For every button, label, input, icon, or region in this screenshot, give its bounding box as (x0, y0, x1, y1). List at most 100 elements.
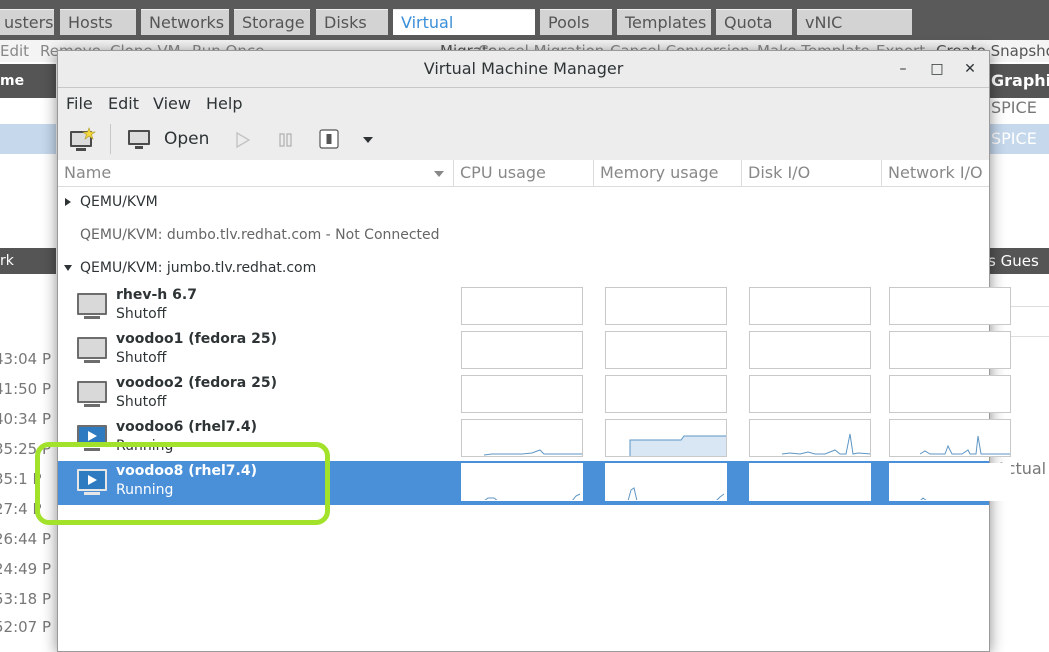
play-icon (236, 131, 251, 149)
column-memory-usage[interactable]: Memory usage (600, 163, 718, 183)
bg-selected-row (0, 124, 56, 154)
bg-graphics-column-header: Graphic (988, 64, 1049, 98)
connection-row[interactable]: QEMU/KVM: jumbo.tlv.redhat.com (58, 252, 989, 284)
connection-row[interactable]: QEMU/KVM: dumbo.tlv.redhat.com - Not Con… (58, 219, 989, 251)
menu-view[interactable]: View (153, 94, 191, 113)
vm-shutoff-icon (77, 337, 107, 363)
cpu-sparkline (484, 493, 581, 500)
new-vm-button[interactable] (68, 127, 96, 153)
bg-tab-storage[interactable]: Storage (234, 9, 310, 35)
vm-row[interactable]: voodoo1 (fedora 25) Shutoff (58, 329, 1011, 373)
column-name[interactable]: Name (64, 163, 111, 183)
network-io-graph (889, 287, 1011, 325)
vm-shutoff-icon (77, 381, 107, 407)
cpu-usage-graph (461, 463, 583, 501)
connection-label: QEMU/KVM (80, 194, 158, 210)
network-sparkline (920, 497, 927, 500)
disk-io-graph (749, 463, 871, 501)
connection-row[interactable]: QEMU/KVM (58, 186, 989, 218)
cpu-usage-graph (461, 375, 583, 413)
disk-sparkline (781, 433, 870, 455)
bg-spice-cell: SPICE (991, 98, 1037, 117)
bg-tab-templates[interactable]: Templates (617, 9, 711, 35)
open-button[interactable]: Open (126, 126, 210, 154)
memory-sparkline (629, 435, 726, 456)
shutdown-button[interactable] (318, 128, 340, 150)
menu-help[interactable]: Help (206, 94, 242, 113)
memory-usage-graph (605, 287, 727, 325)
toolbar-separator (110, 124, 111, 154)
bg-tab-disks[interactable]: Disks (316, 9, 388, 35)
vm-state: Shutoff (116, 306, 167, 322)
network-io-graph (889, 463, 1011, 501)
run-button[interactable] (233, 131, 253, 149)
vm-state: Shutoff (116, 394, 167, 410)
close-button[interactable]: ✕ (962, 61, 978, 77)
connection-label: QEMU/KVM: dumbo.tlv.redhat.com - Not Con… (80, 227, 440, 243)
monitor-icon (128, 130, 150, 149)
column-divider (741, 160, 742, 186)
title-bar[interactable]: Virtual Machine Manager – □ ✕ (58, 51, 989, 88)
toolbar: Open (58, 118, 989, 161)
pause-button[interactable] (276, 131, 296, 149)
bg-name-column-header: me (0, 64, 56, 98)
open-label: Open (164, 129, 210, 149)
column-divider (881, 160, 882, 186)
menu-edit[interactable]: Edit (108, 94, 139, 113)
vm-name: voodoo1 (fedora 25) (116, 331, 277, 347)
cpu-usage-graph (461, 287, 583, 325)
shutdown-menu-dropdown[interactable] (360, 132, 376, 146)
bg-time-cell: 40:34 P (0, 410, 52, 428)
virtual-machine-manager-window: Virtual Machine Manager – □ ✕ File Edit … (57, 50, 1011, 652)
bg-tab-vnic-profiles[interactable]: vNIC Profiles (797, 9, 912, 58)
column-cpu-usage[interactable]: CPU usage (460, 163, 546, 183)
bg-subtab-right-header: s Gues (988, 248, 1049, 274)
network-io-graph (889, 419, 1011, 457)
bg-time-cell: 53:18 P (0, 590, 52, 608)
disk-io-graph (749, 419, 871, 457)
bg-time-cell: 24:49 P (0, 560, 52, 578)
cpu-usage-graph (461, 331, 583, 369)
connection-label: QEMU/KVM: jumbo.tlv.redhat.com (80, 260, 317, 276)
memory-usage-graph (605, 331, 727, 369)
column-network-io[interactable]: Network I/O (888, 163, 983, 183)
bg-time-cell: 52:07 P (0, 618, 52, 636)
memory-sparkline (627, 487, 725, 500)
bg-tab-pools[interactable]: Pools (540, 9, 612, 35)
memory-usage-graph (605, 419, 727, 457)
column-disk-io[interactable]: Disk I/O (748, 163, 810, 183)
background-tab-bar: usters Hosts Networks Storage Disks Virt… (0, 0, 1049, 58)
expander-right-icon[interactable] (63, 197, 73, 207)
window-title: Virtual Machine Manager (423, 59, 624, 78)
column-divider (453, 160, 454, 186)
menu-file[interactable]: File (66, 94, 93, 113)
vm-name: voodoo2 (fedora 25) (116, 375, 277, 391)
bg-tab-quota[interactable]: Quota (716, 9, 792, 35)
expander-down-icon[interactable] (63, 263, 73, 273)
bg-tab-clusters[interactable]: usters (0, 9, 54, 35)
column-divider (593, 160, 594, 186)
maximize-button[interactable]: □ (929, 61, 945, 77)
bg-subtab-header: rk Interfa (0, 248, 56, 295)
vm-row[interactable]: rhev-h 6.7 Shutoff (58, 285, 1011, 329)
minimize-button[interactable]: – (895, 61, 911, 77)
bg-tab-hosts[interactable]: Hosts (60, 9, 136, 35)
vm-row[interactable]: voodoo2 (fedora 25) Shutoff (58, 373, 1011, 417)
bg-tab-virtual-machines[interactable]: Virtual Machines (393, 9, 535, 58)
vm-name: voodoo6 (rhel7.4) (116, 419, 257, 435)
bg-action-edit[interactable]: Edit (0, 42, 29, 60)
chevron-down-icon (363, 137, 373, 143)
network-io-graph (889, 331, 1011, 369)
menu-bar: File Edit View Help (58, 88, 989, 118)
memory-usage-graph (605, 463, 727, 501)
vm-list-header: Name CPU usage Memory usage Disk I/O Net… (58, 160, 989, 187)
disk-io-graph (749, 287, 871, 325)
sort-arrow-icon (434, 171, 444, 177)
pause-icon (279, 133, 292, 147)
bg-spice-cell-selected: SPICE (988, 124, 1049, 154)
vm-name: rhev-h 6.7 (116, 287, 197, 303)
vm-shutoff-icon (77, 293, 107, 319)
bg-time-cell: 26:44 P (0, 530, 52, 548)
bg-tab-networks[interactable]: Networks (141, 9, 229, 35)
vm-state: Shutoff (116, 350, 167, 366)
